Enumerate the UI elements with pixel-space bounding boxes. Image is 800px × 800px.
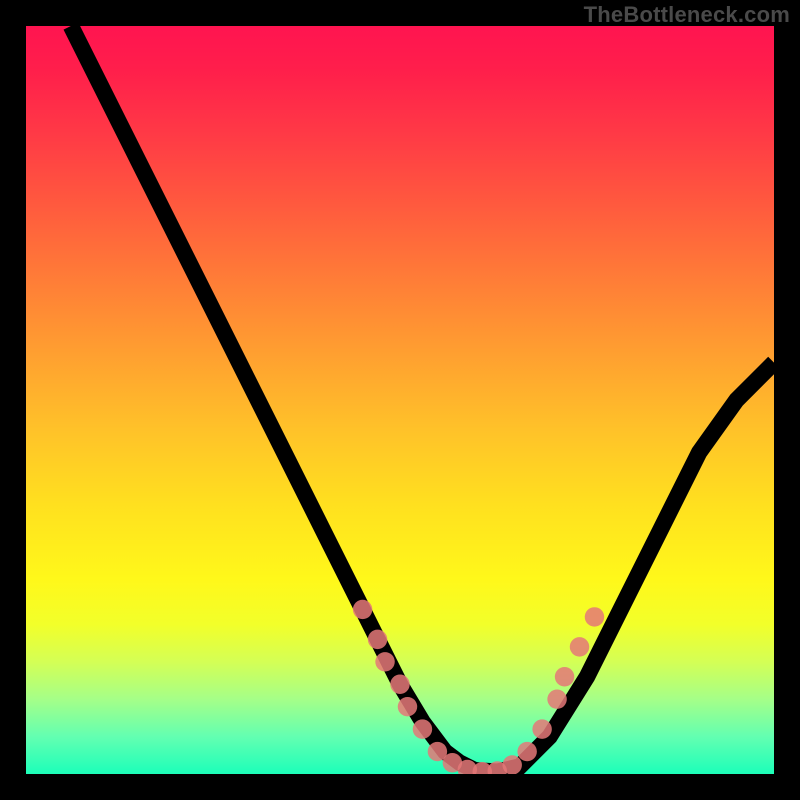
marker-dot xyxy=(517,742,536,761)
marker-dot xyxy=(502,755,521,774)
chart-frame: TheBottleneck.com xyxy=(0,0,800,800)
marker-dot xyxy=(585,607,604,626)
marker-dot xyxy=(532,719,551,738)
marker-dot xyxy=(398,697,417,716)
plot-area xyxy=(26,26,774,774)
marker-dot xyxy=(353,600,372,619)
marker-dot xyxy=(375,652,394,671)
curve-svg xyxy=(26,26,774,774)
bottleneck-curve xyxy=(71,26,774,772)
marker-dot xyxy=(547,689,566,708)
marker-dot xyxy=(368,630,387,649)
marker-dot xyxy=(555,667,574,686)
marker-group xyxy=(353,600,604,774)
marker-dot xyxy=(570,637,589,656)
marker-dot xyxy=(390,675,409,694)
marker-dot xyxy=(413,719,432,738)
watermark-text: TheBottleneck.com xyxy=(584,2,790,28)
